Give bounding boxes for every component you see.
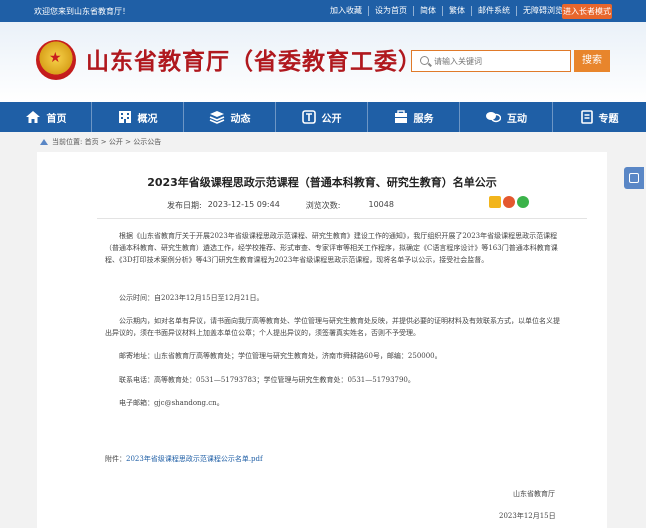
search-input[interactable] bbox=[434, 54, 564, 68]
side-float-button[interactable] bbox=[624, 167, 644, 189]
list-icon bbox=[629, 173, 639, 183]
top-bar: 欢迎您来到山东省教育厅！ 加入收藏 设为首页 简体 繁体 邮件系统 无障碍浏览 … bbox=[0, 0, 646, 22]
qzone-share-icon[interactable] bbox=[489, 196, 501, 208]
elder-mode-button[interactable]: 进入长者模式 bbox=[562, 4, 612, 19]
nav-interact[interactable]: 互动 bbox=[460, 102, 553, 132]
weibo-share-icon[interactable] bbox=[503, 196, 515, 208]
stack-icon bbox=[209, 111, 224, 124]
search-box[interactable] bbox=[411, 50, 571, 72]
paragraph-objection: 公示期内，如对名单有异议，请书面向我厅高等教育处、学位管理与研究生教育处反映，并… bbox=[105, 317, 560, 337]
open-icon bbox=[301, 110, 316, 124]
paragraph-email: 电子邮箱：gjc@shandong.cn。 bbox=[119, 399, 224, 407]
attachment-label: 附件： bbox=[105, 455, 126, 463]
home-icon bbox=[25, 111, 40, 123]
share-buttons bbox=[489, 196, 529, 208]
article-title: 2023年省级课程思政示范课程（普通本科教育、研究生教育）名单公示 bbox=[147, 176, 497, 189]
set-homepage-link[interactable]: 设为首页 bbox=[369, 6, 414, 16]
attachment: 附件：2023年省级课程思政示范课程公示名单.pdf bbox=[105, 454, 263, 464]
building-icon bbox=[118, 111, 131, 123]
paragraph-intro: 根据《山东省教育厅关于开展2023年省级课程思政示范课程、研究生教育》建设工作的… bbox=[105, 232, 558, 264]
traditional-link[interactable]: 繁体 bbox=[443, 6, 472, 16]
mail-system-link[interactable]: 邮件系统 bbox=[472, 6, 517, 16]
nav-service[interactable]: 服务 bbox=[368, 102, 460, 132]
divider bbox=[97, 218, 587, 219]
welcome-text: 欢迎您来到山东省教育厅！ bbox=[34, 7, 130, 16]
national-emblem-icon: ★ bbox=[36, 40, 76, 80]
signature-date: 2023年12月15日 bbox=[499, 512, 556, 520]
search-button[interactable]: 搜索 bbox=[574, 50, 610, 72]
article-meta: 发布日期: 2023-12-15 09:44 浏览次数: 10048 bbox=[167, 200, 394, 211]
paragraph-phone: 联系电话：高等教育处：0531—51793783；学位管理与研究生教育处：053… bbox=[119, 376, 415, 384]
main-nav: 首页 概况 动态 公开 服务 互动 专题 bbox=[0, 102, 646, 132]
top-links: 加入收藏 设为首页 简体 繁体 邮件系统 无障碍浏览 bbox=[324, 6, 569, 16]
header: ★ 山东省教育厅（省委教育工委） 搜索 bbox=[0, 22, 646, 102]
service-icon bbox=[394, 110, 407, 123]
views-count: 10048 bbox=[368, 200, 394, 209]
nav-open[interactable]: 公开 bbox=[276, 102, 368, 132]
site-title[interactable]: 山东省教育厅（省委教育工委） bbox=[86, 42, 422, 76]
nav-home[interactable]: 首页 bbox=[0, 102, 92, 132]
publish-label: 发布日期: bbox=[167, 201, 202, 210]
breadcrumb-text: 当前位置: 首页 > 公开 > 公示公告 bbox=[52, 138, 162, 146]
document-icon bbox=[580, 110, 593, 124]
paragraph-address: 邮寄地址：山东省教育厅高等教育处；学位管理与研究生教育处，济南市舜耕路60号，邮… bbox=[119, 352, 442, 360]
location-icon bbox=[40, 139, 48, 145]
views-label: 浏览次数: bbox=[305, 201, 341, 210]
simplified-link[interactable]: 简体 bbox=[414, 6, 443, 16]
publish-date: 2023-12-15 09:44 bbox=[207, 200, 280, 209]
nav-overview[interactable]: 概况 bbox=[92, 102, 184, 132]
chat-icon bbox=[486, 112, 501, 123]
attachment-link[interactable]: 2023年省级课程思政示范课程公示名单.pdf bbox=[126, 455, 263, 463]
signature-org: 山东省教育厅 bbox=[513, 490, 555, 498]
add-favorite-link[interactable]: 加入收藏 bbox=[324, 6, 369, 16]
paragraph-period: 公示时间：自2023年12月15日至12月21日。 bbox=[119, 294, 264, 302]
search-icon bbox=[420, 56, 429, 65]
nav-topics[interactable]: 专题 bbox=[553, 102, 646, 132]
wechat-share-icon[interactable] bbox=[517, 196, 529, 208]
article-panel: 2023年省级课程思政示范课程（普通本科教育、研究生教育）名单公示 发布日期: … bbox=[37, 152, 607, 528]
nav-news[interactable]: 动态 bbox=[184, 102, 276, 132]
breadcrumb: 当前位置: 首页 > 公开 > 公示公告 bbox=[40, 137, 161, 147]
